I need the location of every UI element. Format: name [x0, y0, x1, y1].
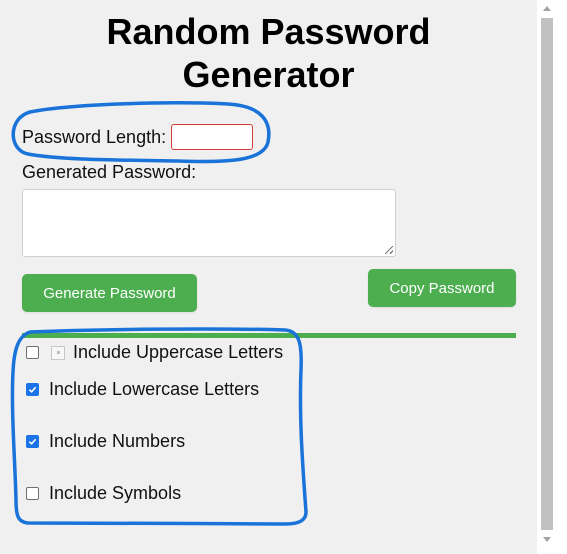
copy-password-button[interactable]: Copy Password [368, 269, 516, 307]
password-length-label: Password Length: [22, 126, 167, 147]
password-length-input[interactable] [171, 124, 254, 150]
numbers-label: Include Numbers [49, 431, 186, 451]
uppercase-checkbox[interactable] [26, 346, 39, 359]
symbols-checkbox[interactable] [26, 487, 39, 500]
uppercase-label: Include Uppercase Letters [73, 342, 284, 362]
scroll-up-arrow-icon[interactable] [543, 6, 551, 11]
title-line-2: Generator [182, 54, 355, 95]
lowercase-label: Include Lowercase Letters [49, 379, 260, 399]
numbers-checkbox[interactable] [26, 435, 39, 448]
option-uppercase[interactable]: Include Uppercase Letters [26, 342, 283, 363]
generated-password-output[interactable] [22, 189, 396, 257]
option-lowercase[interactable]: Include Lowercase Letters [26, 379, 259, 400]
page: Random Password Generator Password Lengt… [0, 0, 537, 554]
lowercase-checkbox[interactable] [26, 383, 39, 396]
password-length-row: Password Length: [22, 122, 254, 152]
scroll-down-arrow-icon[interactable] [543, 537, 551, 542]
resize-grip-icon[interactable] [385, 246, 393, 254]
scrollbar-thumb[interactable] [541, 18, 553, 530]
title-line-1: Random Password [106, 11, 431, 52]
page-title: Random Password Generator [0, 10, 537, 96]
generated-password-label: Generated Password: [22, 162, 197, 182]
generate-password-button[interactable]: Generate Password [22, 274, 197, 312]
option-numbers[interactable]: Include Numbers [26, 431, 185, 452]
divider [22, 333, 516, 338]
broken-image-icon [51, 345, 65, 360]
option-symbols[interactable]: Include Symbols [26, 483, 181, 504]
symbols-label: Include Symbols [49, 483, 182, 503]
